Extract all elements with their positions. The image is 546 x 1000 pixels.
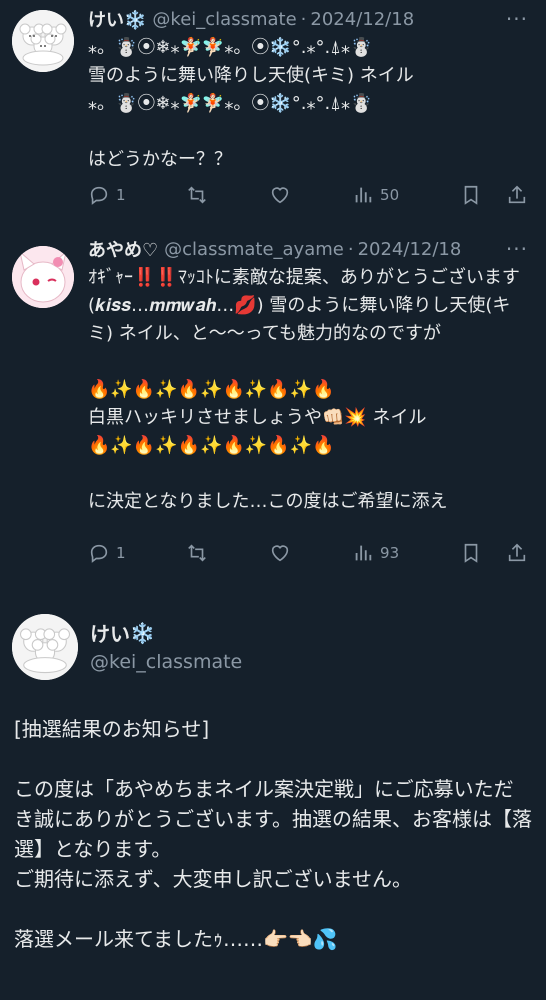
heart-icon bbox=[272, 545, 289, 562]
tweet-actions: 1 50 bbox=[88, 184, 528, 206]
avatar[interactable] bbox=[12, 246, 74, 308]
display-name[interactable]: けい❄️ bbox=[90, 618, 532, 647]
reply-count: 1 bbox=[116, 544, 126, 562]
timestamp[interactable]: 2024/12/18 bbox=[358, 239, 462, 260]
analytics-icon bbox=[355, 187, 372, 203]
separator-dot: · bbox=[300, 8, 307, 30]
view-count: 50 bbox=[380, 186, 400, 204]
user-handle[interactable]: @kei_classmate bbox=[90, 651, 532, 673]
more-options-icon[interactable]: ··· bbox=[506, 237, 532, 261]
timestamp[interactable]: 2024/12/18 bbox=[310, 9, 414, 30]
tweet-actions: 1 93 bbox=[88, 542, 528, 564]
user-handle[interactable]: @kei_classmate bbox=[152, 9, 296, 30]
display-name[interactable]: けい❄️ bbox=[88, 6, 146, 32]
bookmark-icon[interactable] bbox=[460, 542, 482, 564]
views-button[interactable]: 93 bbox=[352, 542, 399, 564]
separator-dot: · bbox=[347, 238, 354, 260]
reply-button[interactable]: 1 bbox=[88, 542, 126, 564]
main-tweet-header: けい ❄️ @kei_classmate bbox=[14, 606, 532, 688]
heart-icon bbox=[272, 187, 289, 204]
tweet-text: ｵｷﾞｬｰ‼️‼️ﾏｯｺﾄに素敵な提案、ありがとうございます(𝒌𝒊𝒔𝒔…𝒎𝒎𝒘𝒂… bbox=[88, 267, 520, 512]
main-tweet-text: [抽選結果のお知らせ] この度は「あやめちまネイル案決定戦」にご応募いただき誠に… bbox=[14, 717, 532, 951]
main-tweet: けい ❄️ @kei_classmate [抽選結果のお知らせ] この度は「あやめ… bbox=[0, 606, 546, 954]
avatar[interactable] bbox=[12, 614, 78, 680]
retweet-button[interactable] bbox=[186, 542, 208, 564]
view-count: 93 bbox=[380, 544, 400, 562]
share-icon[interactable] bbox=[506, 184, 528, 206]
avatar[interactable] bbox=[12, 10, 74, 72]
retweet-icon bbox=[188, 186, 207, 204]
like-button[interactable] bbox=[269, 542, 291, 564]
reply-tweet[interactable]: けい❄️ @kei_classmate · 2024/12/18 ··· ⁎。☃… bbox=[0, 0, 546, 228]
reply-tweet[interactable]: あやめ♡ @classmate_ayame · 2024/12/18 ··· ｵ… bbox=[0, 228, 546, 606]
reply-icon bbox=[90, 544, 108, 563]
reply-count: 1 bbox=[116, 186, 126, 204]
share-icon[interactable] bbox=[506, 542, 528, 564]
more-options-icon[interactable]: ··· bbox=[506, 7, 532, 31]
views-button[interactable]: 50 bbox=[352, 184, 399, 206]
retweet-icon bbox=[188, 544, 207, 562]
reply-icon bbox=[90, 186, 108, 205]
display-name[interactable]: あやめ♡ bbox=[88, 236, 158, 262]
analytics-icon bbox=[355, 545, 372, 561]
tweet-text: ⁎。☃️⦿❄⁎🧚🏻🧚🏻⁎。⦿❄️°.⁎°.⍋⁎☃️ 雪のように舞い降りし天使(キ… bbox=[88, 37, 414, 170]
bookmark-icon[interactable] bbox=[460, 184, 482, 206]
tweet-header: あやめ♡ @classmate_ayame · 2024/12/18 ··· bbox=[88, 236, 532, 262]
user-handle[interactable]: @classmate_ayame bbox=[164, 239, 344, 260]
like-button[interactable] bbox=[269, 184, 291, 206]
retweet-button[interactable] bbox=[186, 184, 208, 206]
tweet-header: けい❄️ @kei_classmate · 2024/12/18 ··· bbox=[88, 6, 532, 32]
reply-button[interactable]: 1 bbox=[88, 184, 126, 206]
